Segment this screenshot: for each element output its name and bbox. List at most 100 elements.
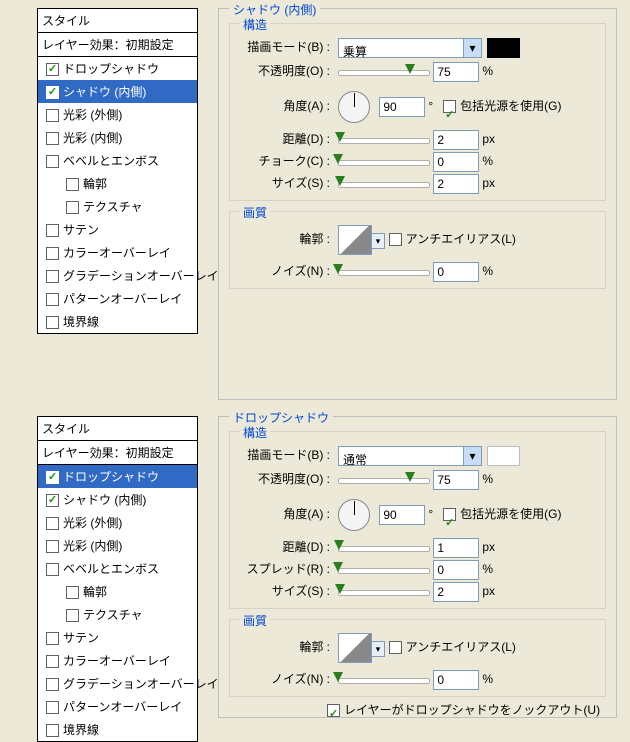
noise-slider[interactable]	[338, 676, 430, 684]
opacity-slider[interactable]	[338, 476, 430, 484]
style-item[interactable]: 光彩 (外側)	[38, 511, 197, 534]
style-item[interactable]: ベベルとエンボス	[38, 557, 197, 580]
style-checkbox[interactable]	[46, 270, 59, 283]
style-item-label: 輪郭	[83, 585, 107, 599]
style-checkbox[interactable]	[46, 316, 59, 329]
style-checkbox[interactable]	[46, 494, 59, 507]
style-item[interactable]: 輪郭	[38, 580, 197, 603]
style-checkbox[interactable]	[66, 201, 79, 214]
noise-input[interactable]: 0	[433, 670, 479, 690]
style-item[interactable]: カラーオーバーレイ	[38, 649, 197, 672]
antialias-checkbox[interactable]	[389, 233, 402, 246]
style-list-preset[interactable]: レイヤー効果：初期設定	[38, 441, 197, 465]
opacity-input[interactable]: 75	[433, 62, 479, 82]
angle-dial[interactable]	[338, 499, 370, 531]
style-item[interactable]: サテン	[38, 626, 197, 649]
size-slider[interactable]	[338, 180, 430, 188]
contour-picker[interactable]: ▾	[338, 225, 372, 255]
style-item[interactable]: シャドウ (内側)	[38, 488, 197, 511]
style-item-label: 光彩 (外側)	[63, 516, 122, 530]
size-label: サイズ(S) :	[230, 580, 330, 602]
style-item[interactable]: ドロップシャドウ	[38, 465, 197, 488]
style-item[interactable]: パターンオーバーレイ	[38, 287, 197, 310]
knockout-checkbox[interactable]	[327, 704, 340, 717]
size-input[interactable]: 2	[433, 582, 479, 602]
color-swatch[interactable]	[487, 38, 520, 58]
distance-slider[interactable]	[338, 544, 430, 552]
style-checkbox[interactable]	[46, 678, 59, 691]
style-checkbox[interactable]	[46, 224, 59, 237]
distance-label: 距離(D) :	[230, 536, 330, 558]
style-checkbox[interactable]	[46, 86, 59, 99]
style-item[interactable]: 境界線	[38, 718, 197, 741]
style-checkbox[interactable]	[46, 540, 59, 553]
style-checkbox[interactable]	[46, 132, 59, 145]
style-item[interactable]: 光彩 (内側)	[38, 126, 197, 149]
distance-input[interactable]: 2	[433, 130, 479, 150]
style-checkbox[interactable]	[46, 563, 59, 576]
distance-slider[interactable]	[338, 136, 430, 144]
style-checkbox[interactable]	[46, 109, 59, 122]
style-item[interactable]: パターンオーバーレイ	[38, 695, 197, 718]
style-checkbox[interactable]	[46, 63, 59, 76]
style-item[interactable]: 輪郭	[38, 172, 197, 195]
style-item-label: シャドウ (内側)	[63, 85, 146, 99]
style-checkbox[interactable]	[46, 471, 59, 484]
style-checkbox[interactable]	[46, 155, 59, 168]
style-list-preset[interactable]: レイヤー効果：初期設定	[38, 33, 197, 57]
style-checkbox[interactable]	[46, 517, 59, 530]
style-item[interactable]: シャドウ (内側)	[38, 80, 197, 103]
style-item[interactable]: ベベルとエンボス	[38, 149, 197, 172]
noise-input[interactable]: 0	[433, 262, 479, 282]
distance-label: 距離(D) :	[230, 128, 330, 150]
angle-input[interactable]: 90	[379, 505, 425, 525]
style-checkbox[interactable]	[46, 724, 59, 737]
chevron-down-icon: ▾	[463, 447, 481, 465]
color-swatch[interactable]	[487, 446, 520, 466]
noise-slider[interactable]	[338, 268, 430, 276]
style-item[interactable]: 光彩 (内側)	[38, 534, 197, 557]
angle-dial[interactable]	[338, 91, 370, 123]
style-checkbox[interactable]	[66, 586, 79, 599]
style-item[interactable]: 境界線	[38, 310, 197, 333]
global-light-checkbox[interactable]	[443, 508, 456, 521]
style-item[interactable]: グラデーションオーバーレイ	[38, 672, 197, 695]
blend-mode-select[interactable]: 通常▾	[338, 446, 482, 466]
style-checkbox[interactable]	[66, 178, 79, 191]
drop-shadow-quality: 画質 輪郭 : ▾ アンチエイリアス(L) ノイズ(N) : 0%	[229, 619, 606, 697]
style-checkbox[interactable]	[46, 632, 59, 645]
spread-input[interactable]: 0	[433, 560, 479, 580]
style-checkbox[interactable]	[46, 655, 59, 668]
style-item-label: パターンオーバーレイ	[63, 292, 182, 306]
opacity-label: 不透明度(O) :	[230, 60, 330, 82]
style-item[interactable]: グラデーションオーバーレイ	[38, 264, 197, 287]
inner-shadow-structure: 構造 描画モード(B) : 乗算▾ 不透明度(O) : 75% 角度(A) : …	[229, 23, 606, 201]
style-item-label: 光彩 (内側)	[63, 539, 122, 553]
style-item[interactable]: ドロップシャドウ	[38, 57, 197, 80]
global-light-checkbox[interactable]	[443, 100, 456, 113]
size-slider[interactable]	[338, 588, 430, 596]
style-checkbox[interactable]	[66, 609, 79, 622]
style-checkbox[interactable]	[46, 247, 59, 260]
distance-input[interactable]: 1	[433, 538, 479, 558]
choke-slider[interactable]	[338, 158, 430, 166]
size-input[interactable]: 2	[433, 174, 479, 194]
choke-input[interactable]: 0	[433, 152, 479, 172]
style-checkbox[interactable]	[46, 293, 59, 306]
drop-shadow-group: ドロップシャドウ 構造 描画モード(B) : 通常▾ 不透明度(O) : 75%…	[218, 416, 617, 718]
spread-label: スプレッド(R) :	[230, 558, 330, 580]
style-item[interactable]: カラーオーバーレイ	[38, 241, 197, 264]
style-item[interactable]: テクスチャ	[38, 195, 197, 218]
opacity-slider[interactable]	[338, 68, 430, 76]
style-item[interactable]: サテン	[38, 218, 197, 241]
style-item-label: ベベルとエンボス	[63, 154, 159, 168]
opacity-input[interactable]: 75	[433, 470, 479, 490]
spread-slider[interactable]	[338, 566, 430, 574]
angle-input[interactable]: 90	[379, 97, 425, 117]
contour-picker[interactable]: ▾	[338, 633, 372, 663]
antialias-checkbox[interactable]	[389, 641, 402, 654]
style-item[interactable]: 光彩 (外側)	[38, 103, 197, 126]
blend-mode-select[interactable]: 乗算▾	[338, 38, 482, 58]
style-checkbox[interactable]	[46, 701, 59, 714]
style-item[interactable]: テクスチャ	[38, 603, 197, 626]
